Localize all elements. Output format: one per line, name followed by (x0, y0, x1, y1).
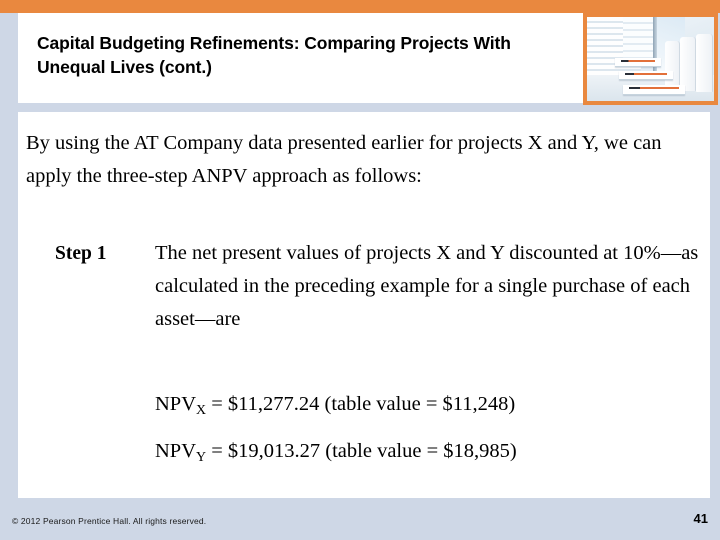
formula-npv-y: NPVY = $19,013.27 (table value = $18,985… (155, 431, 705, 478)
desk-icon (619, 71, 673, 80)
chair-icon (696, 34, 713, 92)
formula-npv-x: NPVX = $11,277.24 (table value = $11,248… (155, 384, 705, 431)
formula-subscript: Y (196, 449, 207, 465)
header-thumbnail-frame (583, 13, 718, 105)
top-accent-band (0, 0, 720, 13)
formula-list: NPVX = $11,277.24 (table value = $11,248… (155, 384, 705, 478)
chair-icon (680, 37, 696, 91)
slide-number: 41 (693, 511, 708, 526)
page-title: Capital Budgeting Refinements: Comparing… (37, 33, 511, 77)
formula-subscript: X (196, 402, 207, 418)
step-text: The net present values of projects X and… (155, 242, 699, 330)
formula-expression: = $11,277.24 (table value = $11,248) (206, 393, 516, 415)
intro-paragraph: By using the AT Company data presented e… (26, 132, 662, 187)
formula-symbol: NPV (155, 439, 197, 462)
copyright-notice: © 2012 Pearson Prentice Hall. All rights… (12, 516, 207, 526)
slide: Capital Budgeting Refinements: Comparing… (0, 0, 720, 540)
desk-icon (623, 85, 685, 95)
formula-symbol: NPV (155, 393, 197, 415)
step-row: Step 1 The net present values of project… (55, 237, 705, 336)
desk-icon (615, 58, 661, 67)
content-panel: By using the AT Company data presented e… (18, 112, 710, 498)
step-label: Step 1 (55, 243, 107, 264)
chair-icon (665, 41, 680, 89)
formula-expression: = $19,013.27 (table value = $18,985) (206, 439, 517, 462)
office-interior-photo (587, 17, 714, 101)
step-block: Step 1 The net present values of project… (55, 237, 705, 336)
